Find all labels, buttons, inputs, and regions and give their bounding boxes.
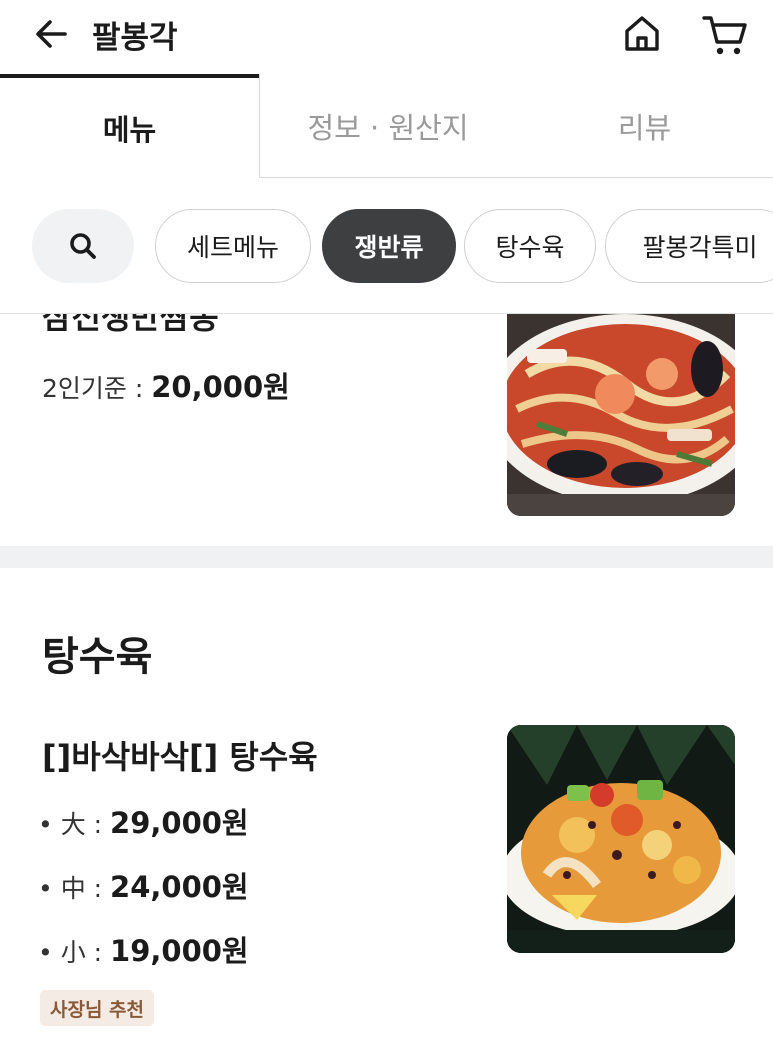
- sweet-sour-pork-image: [507, 725, 735, 953]
- app-header: 팔봉각: [0, 0, 773, 74]
- section-title: 탕수육: [42, 634, 153, 680]
- menu-list: 삼선쟁반짬뽕 2인기준 : 20,000원 탕수육 []바삭바삭[] 탕수육 •…: [0, 314, 773, 1038]
- search-icon: [70, 233, 96, 259]
- size-label: • 中 :: [38, 874, 111, 903]
- store-tabs: 메뉴 정보 · 원산지 리뷰: [0, 74, 773, 178]
- tab-reviews[interactable]: 리뷰: [516, 74, 773, 178]
- owner-recommend-badge: 사장님 추천: [40, 990, 155, 1026]
- size-price: 19,000원: [110, 934, 249, 968]
- size-price-row: • 大 : 29,000원: [38, 800, 249, 842]
- menu-search-button[interactable]: [32, 209, 134, 283]
- menu-item-name[interactable]: []바삭바삭[] 탕수육: [42, 732, 318, 778]
- size-price-row: • 中 : 24,000원: [38, 864, 249, 906]
- arrow-left-icon: [36, 20, 67, 48]
- page-title: 팔봉각: [92, 20, 178, 56]
- back-button[interactable]: [32, 14, 72, 54]
- menu-item-photo[interactable]: [507, 314, 735, 516]
- size-price: 29,000원: [110, 806, 249, 840]
- menu-item-price-row: 2인기준 : 20,000원: [42, 364, 290, 406]
- size-price-row: • 小 : 19,000원: [38, 928, 249, 970]
- tab-menu[interactable]: 메뉴: [0, 74, 259, 178]
- size-price: 24,000원: [110, 870, 249, 904]
- cart-icon: [702, 16, 747, 55]
- chip-tray-dishes[interactable]: 쟁반류: [322, 209, 456, 283]
- home-button[interactable]: [620, 12, 664, 56]
- home-icon: [625, 16, 659, 51]
- price-label: 2인기준 :: [42, 374, 152, 403]
- section-divider: [0, 546, 773, 568]
- menu-item-name: 삼선쟁반짬뽕: [42, 314, 219, 336]
- menu-item-photo[interactable]: [507, 725, 735, 953]
- chip-sweet-sour-pork[interactable]: 탕수육: [464, 209, 596, 283]
- cart-button[interactable]: [700, 12, 750, 58]
- seafood-noodle-image: [507, 314, 735, 516]
- size-label: • 小 :: [38, 938, 111, 967]
- size-label: • 大 :: [38, 810, 111, 839]
- chip-set-menu[interactable]: 세트메뉴: [155, 209, 311, 283]
- price-value: 20,000원: [151, 370, 290, 404]
- chip-specialties[interactable]: 팔봉각특미: [605, 209, 773, 283]
- category-chip-bar: 세트메뉴 쟁반류 탕수육 팔봉각특미: [0, 178, 773, 314]
- tab-info-origin[interactable]: 정보 · 원산지: [259, 74, 516, 178]
